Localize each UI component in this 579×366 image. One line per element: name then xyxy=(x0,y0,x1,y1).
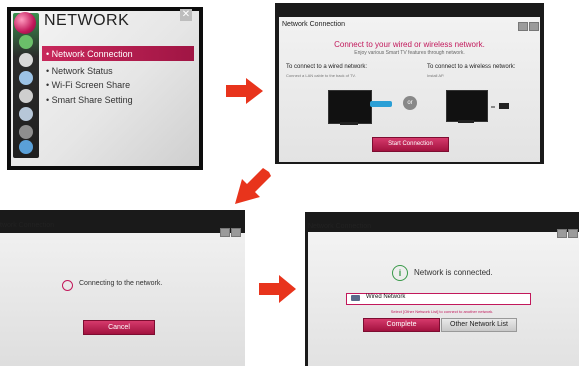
connect-subtitle: Enjoy various Smart TV features through … xyxy=(354,50,465,56)
tv-illustration xyxy=(446,90,488,122)
lan-cable-icon xyxy=(370,101,392,107)
close-button[interactable] xyxy=(529,22,539,31)
connect-headline: Connect to your wired or wireless networ… xyxy=(334,40,485,49)
access-point-icon xyxy=(499,103,509,109)
tv-stand xyxy=(458,120,474,123)
menu-item-wifi-screen-share[interactable]: • Wi-Fi Screen Share xyxy=(46,80,130,90)
info-icon: i xyxy=(392,265,408,281)
back-button[interactable] xyxy=(518,22,528,31)
page-title: NETWORK xyxy=(44,12,130,29)
cancel-button[interactable]: Cancel xyxy=(83,320,155,335)
wired-network-icon xyxy=(351,295,360,301)
tv-stand xyxy=(340,122,358,125)
network-globe-icon xyxy=(14,12,36,34)
arrow-right-icon xyxy=(226,78,263,104)
close-button[interactable] xyxy=(231,228,241,237)
close-icon[interactable]: ✕ xyxy=(180,9,192,21)
wireless-label: To connect to a wireless network: xyxy=(427,64,516,70)
settings-category-rail xyxy=(13,13,39,158)
menu-item-network-status[interactable]: • Network Status xyxy=(46,66,113,76)
arrow-right-icon xyxy=(259,275,296,303)
tv-illustration xyxy=(328,90,372,124)
option-icon[interactable] xyxy=(19,125,33,139)
sound-icon[interactable] xyxy=(19,53,33,67)
wired-label: To connect to a wired network: xyxy=(286,64,368,70)
support-icon[interactable] xyxy=(19,140,33,154)
connecting-dialog-background xyxy=(0,233,245,366)
plus-icon xyxy=(491,106,495,108)
network-name: Wired Network xyxy=(366,294,406,300)
picture-icon[interactable] xyxy=(19,35,33,49)
lock-icon[interactable] xyxy=(19,107,33,121)
menu-item-smart-share-setting[interactable]: • Smart Share Setting xyxy=(46,95,133,105)
channel-icon[interactable] xyxy=(19,71,33,85)
loading-spinner-icon xyxy=(62,280,73,291)
wired-hint: Connect a LAN cable to the back of TV. xyxy=(286,73,356,78)
or-badge: or xyxy=(403,96,417,110)
connecting-status-text: Connecting to the network. xyxy=(79,280,163,287)
other-network-hint: Select [Other Network List] to connect t… xyxy=(390,309,494,314)
complete-button[interactable]: Complete xyxy=(363,318,440,332)
close-button[interactable] xyxy=(568,229,578,238)
window-title: twork Connection xyxy=(0,222,55,229)
connected-status-text: Network is connected. xyxy=(414,268,493,277)
back-button[interactable] xyxy=(557,229,567,238)
arrow-down-left-icon xyxy=(235,168,271,204)
window-title: Network Connection xyxy=(308,223,372,230)
other-network-list-button[interactable]: Other Network List xyxy=(441,318,517,332)
wireless-hint: Install AP. xyxy=(427,73,445,78)
start-connection-button[interactable]: Start Connection xyxy=(372,137,449,152)
window-title: Network Connection xyxy=(282,21,346,28)
time-icon[interactable] xyxy=(19,89,33,103)
menu-item-network-connection[interactable]: • Network Connection xyxy=(46,49,133,59)
back-button[interactable] xyxy=(220,228,230,237)
